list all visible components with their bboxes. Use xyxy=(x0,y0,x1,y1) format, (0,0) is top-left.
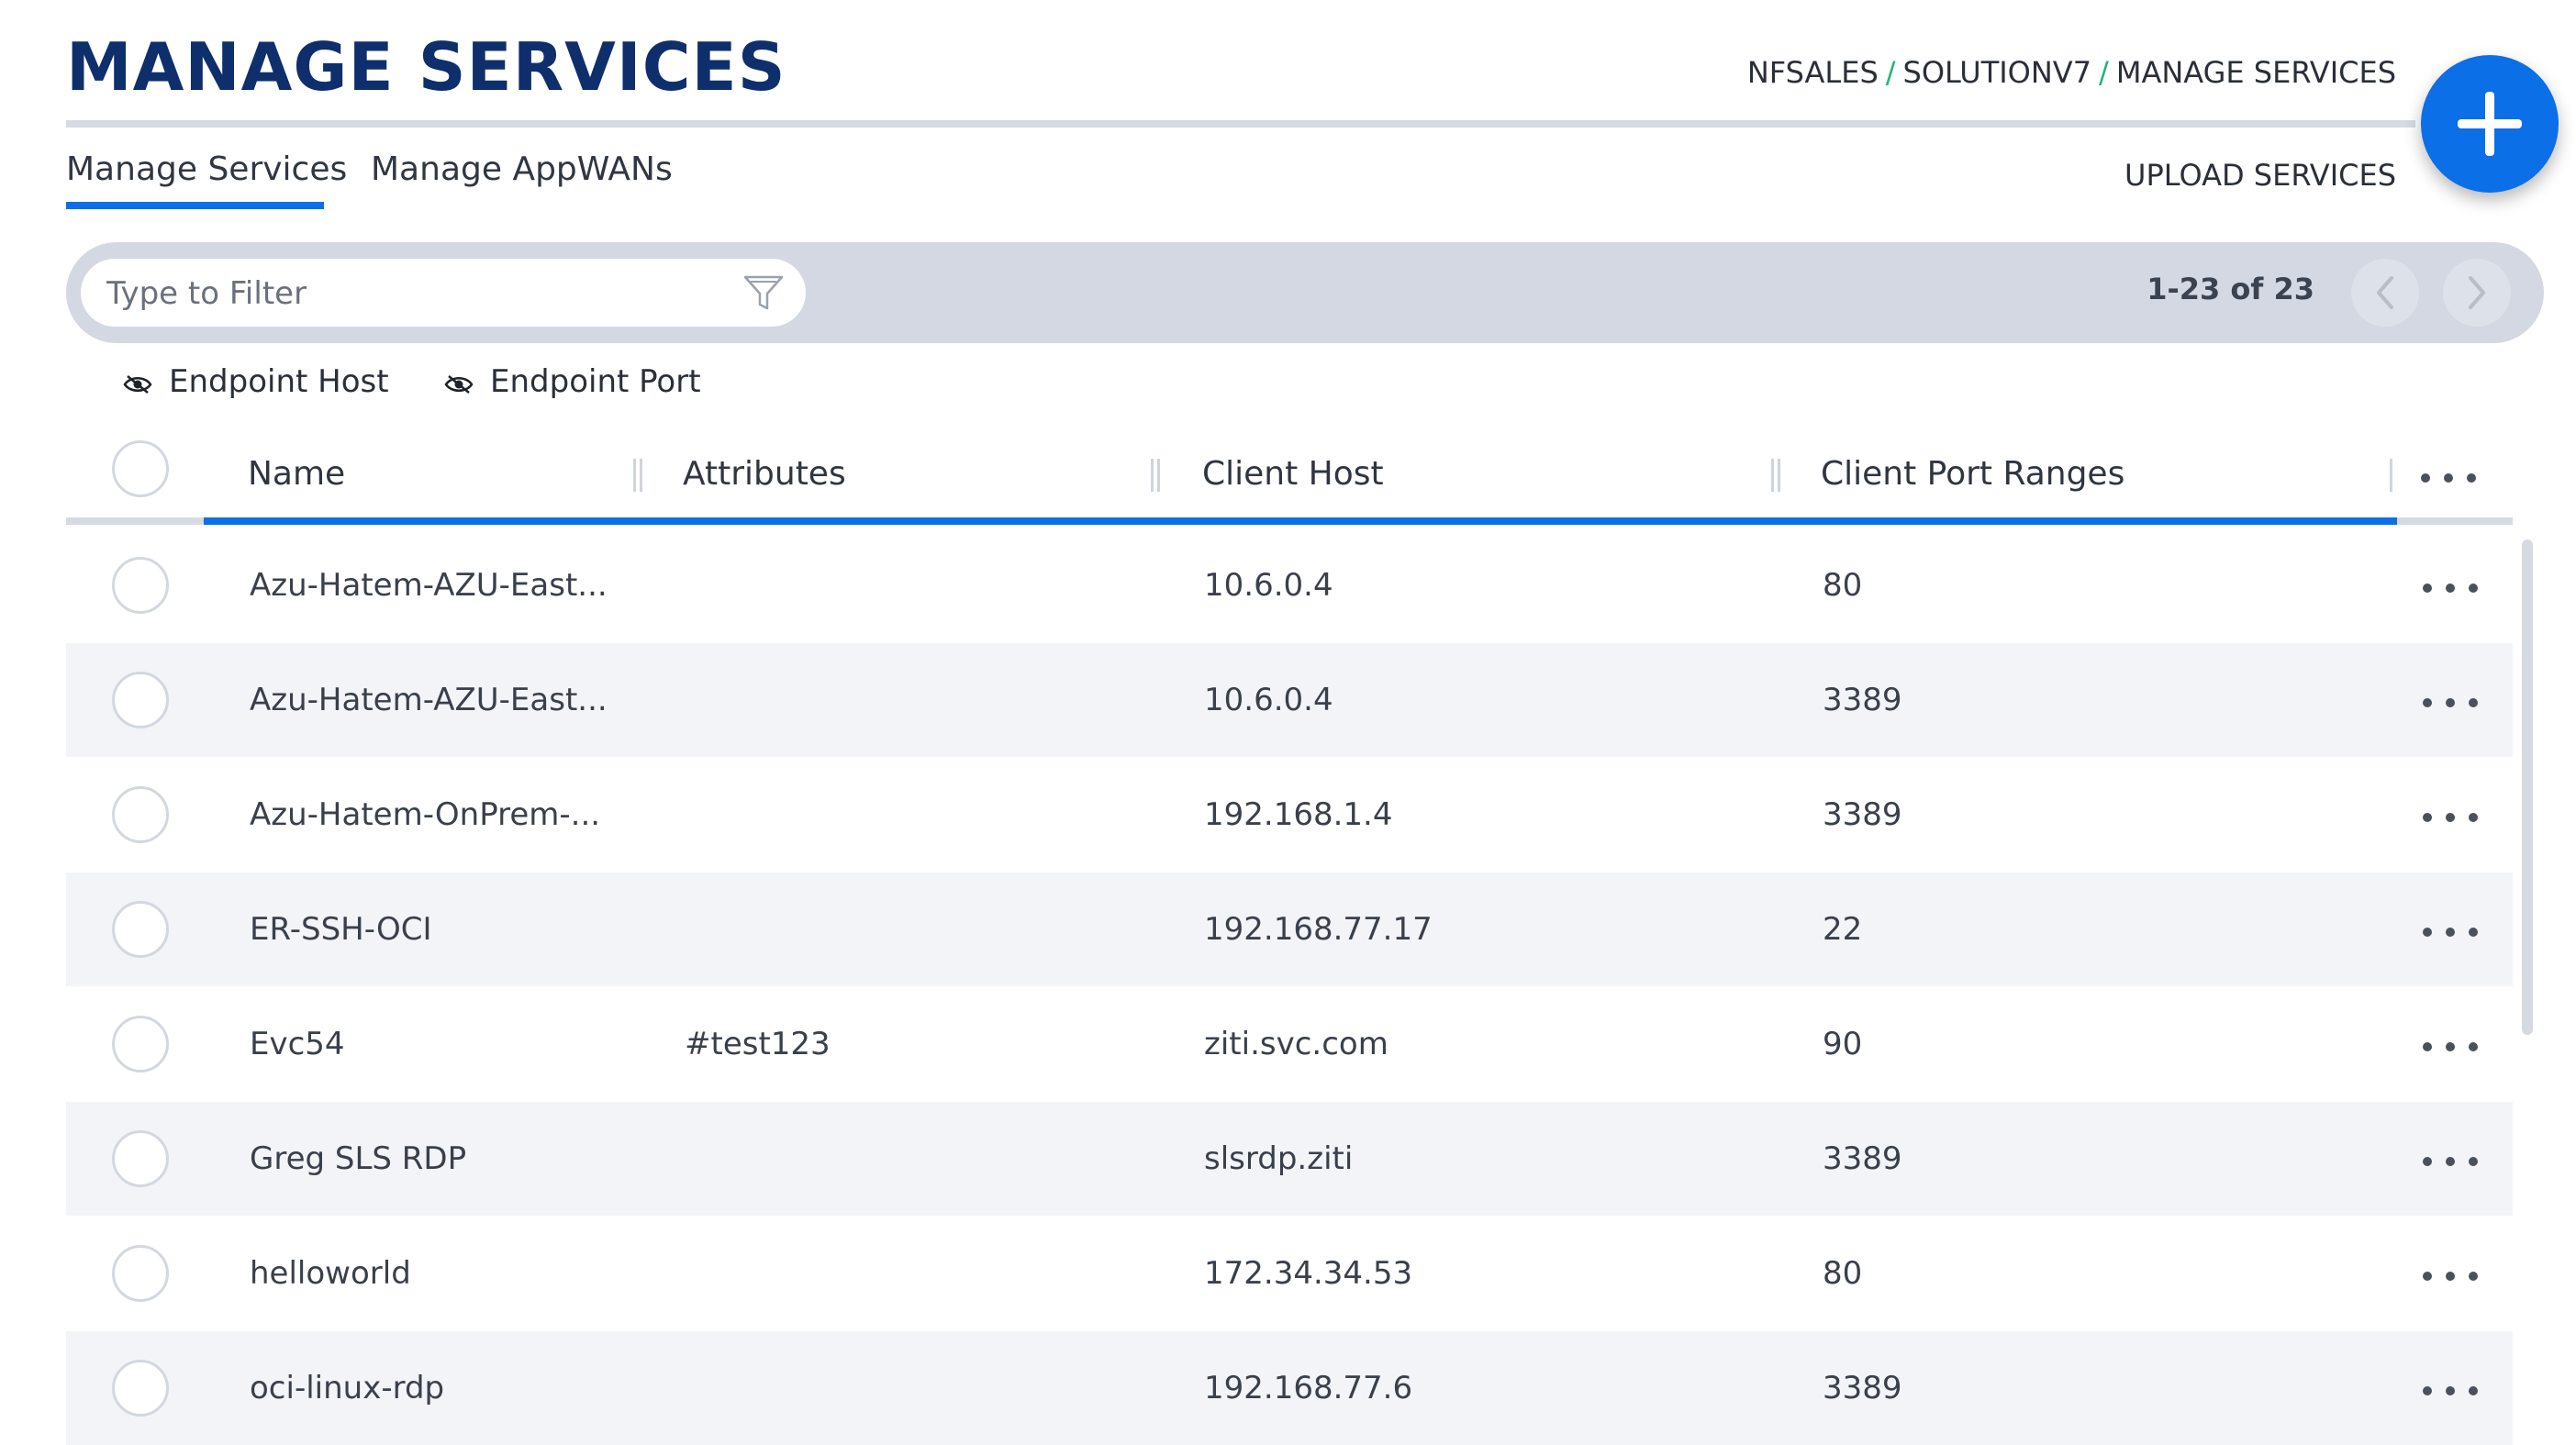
column-resize-handle[interactable] xyxy=(2390,459,2392,492)
row-actions-button[interactable] xyxy=(2415,1372,2489,1408)
table-row[interactable]: Azu-Hatem-OnPrem-... 192.168.1.4 3389 xyxy=(66,758,2513,872)
cell-client-ports: 22 xyxy=(1823,911,1863,948)
sort-indicator-bar xyxy=(204,517,2397,525)
row-select-checkbox[interactable] xyxy=(112,672,169,728)
cell-name: Greg SLS RDP xyxy=(250,1140,467,1177)
row-select-checkbox[interactable] xyxy=(112,1360,169,1417)
select-all-checkbox[interactable] xyxy=(112,440,169,497)
chevron-left-icon xyxy=(2377,276,2393,309)
column-header-client-host[interactable]: Client Host xyxy=(1202,455,1384,493)
eye-off-icon xyxy=(123,375,152,394)
eye-off-icon xyxy=(444,375,474,394)
plus-icon-stroke xyxy=(2485,92,2494,156)
breadcrumb-item-network[interactable]: SOLUTIONV7 xyxy=(1903,55,2092,90)
header-divider xyxy=(66,120,2415,128)
row-select-checkbox[interactable] xyxy=(112,557,169,614)
row-actions-button[interactable] xyxy=(2415,684,2489,720)
breadcrumb-item-current: MANAGE SERVICES xyxy=(2115,55,2396,90)
toggle-endpoint-host-column[interactable]: Endpoint Host xyxy=(123,363,389,400)
cell-client-host: 192.168.77.17 xyxy=(1204,911,1433,948)
cell-client-host: 10.6.0.4 xyxy=(1204,682,1333,718)
cell-client-ports: 3389 xyxy=(1823,682,1902,718)
breadcrumb-separator: / xyxy=(1885,55,1896,90)
tab-manage-appwans[interactable]: Manage AppWANs xyxy=(371,147,673,193)
column-header-name[interactable]: Name xyxy=(248,455,345,493)
cell-client-host: 172.34.34.53 xyxy=(1204,1255,1413,1292)
chevron-right-icon xyxy=(2469,276,2485,309)
breadcrumb-item-org[interactable]: NFSALES xyxy=(1747,55,1879,90)
cell-name: oci-linux-rdp xyxy=(250,1370,445,1406)
toggle-endpoint-port-column[interactable]: Endpoint Port xyxy=(444,363,701,400)
cell-name: helloworld xyxy=(250,1255,411,1292)
row-actions-button[interactable] xyxy=(2415,1028,2489,1064)
row-select-checkbox[interactable] xyxy=(112,901,169,958)
row-actions-button[interactable] xyxy=(2415,1257,2489,1294)
cell-client-host: 192.168.1.4 xyxy=(1204,796,1393,833)
filter-input[interactable] xyxy=(105,259,732,328)
column-resize-handle[interactable] xyxy=(633,459,642,492)
cell-name: Azu-Hatem-OnPrem-... xyxy=(250,796,601,833)
row-actions-button[interactable] xyxy=(2415,1142,2489,1179)
cell-client-host: slsrdp.ziti xyxy=(1204,1140,1354,1177)
previous-page-button[interactable] xyxy=(2351,259,2419,327)
cell-client-ports: 80 xyxy=(1823,1255,1863,1292)
table-scrollbar[interactable] xyxy=(2522,539,2533,1035)
upload-services-button[interactable]: UPLOAD SERVICES xyxy=(2124,158,2396,193)
table-row[interactable]: oci-linux-rdp 192.168.77.6 3389 xyxy=(66,1331,2513,1445)
cell-client-host: 192.168.77.6 xyxy=(1204,1370,1413,1406)
pagination-range: 1-23 of 23 xyxy=(2147,272,2314,306)
column-resize-handle[interactable] xyxy=(1771,459,1780,492)
cell-name: ER-SSH-OCI xyxy=(250,911,432,948)
add-service-button[interactable] xyxy=(2421,55,2559,193)
table-row[interactable]: Azu-Hatem-AZU-East... 10.6.0.4 3389 xyxy=(66,643,2513,757)
cell-client-host: 10.6.0.4 xyxy=(1204,567,1333,604)
active-tab-indicator xyxy=(66,202,324,209)
filter-bar: 1-23 of 23 xyxy=(66,242,2544,343)
cell-attributes: #test123 xyxy=(685,1026,831,1062)
cell-client-ports: 3389 xyxy=(1823,1370,1902,1406)
page-title: MANAGE SERVICES xyxy=(66,28,786,106)
toggle-label: Endpoint Port xyxy=(490,363,701,400)
row-actions-button[interactable] xyxy=(2415,913,2489,950)
table-row[interactable]: ER-SSH-OCI 192.168.77.17 22 xyxy=(66,873,2513,986)
column-options-button[interactable] xyxy=(2414,459,2487,495)
table-row[interactable]: helloworld 172.34.34.53 80 xyxy=(66,1217,2513,1330)
row-select-checkbox[interactable] xyxy=(112,1245,169,1302)
row-select-checkbox[interactable] xyxy=(112,1130,169,1187)
row-actions-button[interactable] xyxy=(2415,569,2489,606)
cell-client-ports: 3389 xyxy=(1823,1140,1902,1177)
funnel-icon[interactable] xyxy=(742,273,786,314)
row-actions-button[interactable] xyxy=(2415,798,2489,835)
cell-client-ports: 90 xyxy=(1823,1026,1863,1062)
cell-client-ports: 80 xyxy=(1823,567,1863,604)
table-row[interactable]: Azu-Hatem-AZU-East... 10.6.0.4 80 xyxy=(66,528,2513,642)
breadcrumb: NFSALES / SOLUTIONV7/MANAGE SERVICES xyxy=(1747,55,2396,90)
breadcrumb-separator: / xyxy=(2099,55,2109,90)
column-header-attributes[interactable]: Attributes xyxy=(683,455,846,493)
toggle-label: Endpoint Host xyxy=(169,363,389,400)
cell-client-host: ziti.svc.com xyxy=(1204,1026,1388,1062)
cell-name: Azu-Hatem-AZU-East... xyxy=(250,567,608,604)
cell-client-ports: 3389 xyxy=(1823,796,1902,833)
tab-manage-services[interactable]: Manage Services xyxy=(66,147,347,193)
cell-name: Evc54 xyxy=(250,1026,345,1062)
table-row[interactable]: Evc54 #test123 ziti.svc.com 90 xyxy=(66,987,2513,1101)
row-select-checkbox[interactable] xyxy=(112,786,169,843)
column-resize-handle[interactable] xyxy=(1151,459,1160,492)
table-row[interactable]: Greg SLS RDP slsrdp.ziti 3389 xyxy=(66,1102,2513,1216)
column-header-client-port-ranges[interactable]: Client Port Ranges xyxy=(1821,455,2124,493)
filter-field xyxy=(81,259,806,328)
cell-name: Azu-Hatem-AZU-East... xyxy=(250,682,608,718)
next-page-button[interactable] xyxy=(2443,259,2511,327)
row-select-checkbox[interactable] xyxy=(112,1016,169,1073)
